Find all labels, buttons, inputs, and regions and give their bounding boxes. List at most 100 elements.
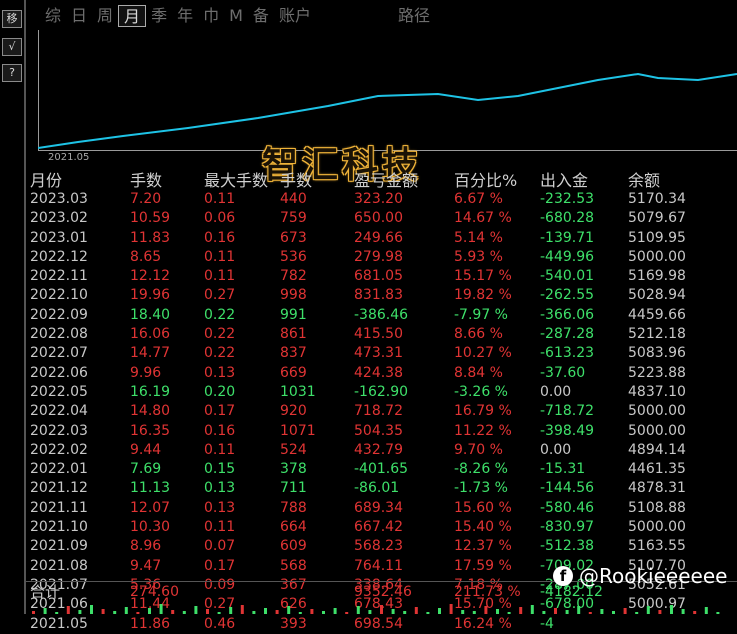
volume-bar: [78, 610, 82, 614]
cell-flow: -232.53: [540, 191, 595, 207]
cell-flow: -680.28: [540, 210, 595, 227]
volume-bar: [646, 606, 650, 614]
header-flow[interactable]: 出入金: [540, 170, 588, 192]
tab-summary[interactable]: 综: [40, 5, 66, 27]
path-label[interactable]: 路径: [398, 5, 430, 27]
cell-max: 0.46: [204, 615, 236, 632]
table-row[interactable]: 2021.09 8.96 0.07 609 568.23 12.37 % -512.38 51…: [30, 537, 735, 556]
volume-bar: [449, 604, 453, 614]
tab-weekly[interactable]: 周: [92, 5, 118, 27]
cell-hand: 609: [280, 538, 307, 555]
table-row[interactable]: 2022.01 7.69 0.15 378 -401.65 -8.26 % -15.31 44…: [30, 460, 735, 479]
cell-bal: 4461.35: [628, 461, 686, 478]
header-pnl[interactable]: 盈亏金额: [354, 170, 418, 192]
cell-month: 2021.10: [30, 519, 88, 536]
cell-pct: 15.40 %: [454, 519, 512, 536]
volume-bar: [43, 608, 47, 614]
cell-hand: 991: [280, 306, 307, 323]
cell-flow: -366.06: [540, 306, 595, 323]
cell-pct: 15.17 %: [454, 268, 512, 285]
cell-max: 0.22: [204, 345, 236, 362]
table-row[interactable]: 2022.05 16.19 0.20 1031 -162.90 -3.26 % 0.00 48…: [30, 383, 735, 402]
cell-pct: -7.97 %: [454, 306, 508, 323]
header-month[interactable]: 月份: [30, 170, 62, 192]
tab-m[interactable]: M: [224, 5, 248, 27]
tab-daily[interactable]: 日: [66, 5, 92, 27]
table-row[interactable]: 2023.03 7.20 0.11 440 323.20 6.67 % -232.53 517…: [30, 190, 735, 209]
cell-month: 2022.06: [30, 364, 88, 381]
table-row[interactable]: 2022.09 18.40 0.22 991 -386.46 -7.97 % -366.06…: [30, 306, 735, 325]
cell-pct: 16.79 %: [454, 403, 512, 420]
cell-month: 2022.10: [30, 287, 88, 304]
cell-bal: 5079.67: [628, 210, 686, 227]
cell-max: 0.13: [204, 364, 236, 381]
cell-hand: 393: [280, 615, 307, 632]
cell-pct: -3.26 %: [454, 383, 508, 400]
cell-max: 0.15: [204, 461, 236, 478]
cell-pnl: 831.83: [354, 287, 403, 304]
cell-bal: 4894.14: [628, 441, 686, 458]
cell-flow: -613.23: [540, 345, 595, 362]
volume-bars: [32, 604, 720, 614]
header-qty[interactable]: 手数: [130, 170, 162, 192]
table-row[interactable]: 2022.04 14.80 0.17 920 718.72 16.79 % -718.72 5…: [30, 402, 735, 421]
table-row[interactable]: 2022.11 12.12 0.11 782 681.05 15.17 % -540.01 5…: [30, 267, 735, 286]
cell-pct: 17.59 %: [454, 557, 512, 574]
cell-max: 0.22: [204, 306, 236, 323]
volume-bar: [438, 608, 441, 614]
cell-qty: 12.07: [130, 499, 171, 516]
cell-flow: -449.96: [540, 248, 595, 265]
cell-qty: 12.12: [130, 268, 171, 285]
cell-pct: 12.37 %: [454, 538, 512, 555]
header-balance[interactable]: 余额: [628, 170, 660, 192]
volume-bar: [171, 610, 175, 614]
table-row[interactable]: 2022.10 19.96 0.27 998 831.83 19.82 % -262.55 5…: [30, 286, 735, 305]
cell-hand: 440: [280, 191, 307, 207]
table-row[interactable]: 2021.05 11.86 0.46 393 698.54 16.24 % -4: [30, 615, 735, 634]
cell-pct: 9.70 %: [454, 441, 503, 458]
tab-account[interactable]: 账户: [274, 5, 316, 27]
header-max[interactable]: 最大手数: [204, 170, 268, 192]
tab-monthly[interactable]: 月: [118, 5, 147, 27]
balance-chart: [38, 30, 737, 151]
table-row[interactable]: 2023.01 11.83 0.16 673 249.66 5.14 % -139.71 51…: [30, 229, 735, 248]
table-row[interactable]: 2023.02 10.59 0.06 759 650.00 14.67 % -680.28 5…: [30, 209, 735, 228]
volume-bar: [670, 605, 673, 614]
cell-hand: 664: [280, 519, 307, 536]
volume-bar: [496, 609, 499, 614]
volume-bar: [530, 605, 534, 614]
cell-flow: -540.01: [540, 268, 595, 285]
volume-bar: [194, 606, 198, 614]
table-row[interactable]: 2022.12 8.65 0.11 536 279.98 5.93 % -449.96 500…: [30, 248, 735, 267]
cell-flow: -262.55: [540, 287, 595, 304]
header-pct[interactable]: 百分比%: [454, 170, 517, 192]
tab-note[interactable]: 备: [248, 5, 274, 27]
table-row[interactable]: 2022.06 9.96 0.13 669 424.38 8.84 % -37.60 5223…: [30, 364, 735, 383]
cell-max: 0.11: [204, 248, 236, 265]
help-button[interactable]: ?: [2, 64, 22, 82]
cell-hand: 1031: [280, 383, 316, 400]
header-hand[interactable]: 手数: [280, 170, 312, 192]
table-row[interactable]: 2022.07 14.77 0.22 837 473.31 10.27 % -613.23 5…: [30, 344, 735, 363]
cell-month: 2022.08: [30, 326, 88, 343]
table-row[interactable]: 2022.03 16.35 0.16 1071 504.35 11.22 % -398.49…: [30, 422, 735, 441]
table-row[interactable]: 2021.10 10.30 0.11 664 667.42 15.40 % -830.97 5…: [30, 518, 735, 537]
tab-quarterly[interactable]: 季: [146, 5, 172, 27]
check-button[interactable]: √: [2, 38, 22, 56]
cell-pnl: 698.54: [354, 615, 403, 632]
table-row[interactable]: 2022.08 16.06 0.22 861 415.50 8.66 % -287.28 52…: [30, 325, 735, 344]
cell-max: 0.17: [204, 403, 236, 420]
cell-max: 0.16: [204, 422, 236, 439]
cell-month: 2023.02: [30, 210, 88, 227]
table-row[interactable]: 2021.11 12.07 0.13 788 689.34 15.60 % -580.46 5…: [30, 499, 735, 518]
cell-bal: 5000.00: [628, 403, 686, 420]
cell-qty: 9.47: [130, 557, 162, 574]
tab-currency[interactable]: 巾: [198, 5, 224, 27]
table-row[interactable]: 2021.12 11.13 0.13 711 -86.01 -1.73 % -144.56 4…: [30, 479, 735, 498]
cell-max: 0.06: [204, 210, 236, 227]
move-button[interactable]: 移: [2, 10, 22, 28]
cell-month: 2023.03: [30, 191, 88, 207]
tab-yearly[interactable]: 年: [172, 5, 198, 27]
table-row[interactable]: 2022.02 9.44 0.11 524 432.79 9.70 % 0.00 4894.1…: [30, 441, 735, 460]
cell-hand: 861: [280, 326, 307, 343]
